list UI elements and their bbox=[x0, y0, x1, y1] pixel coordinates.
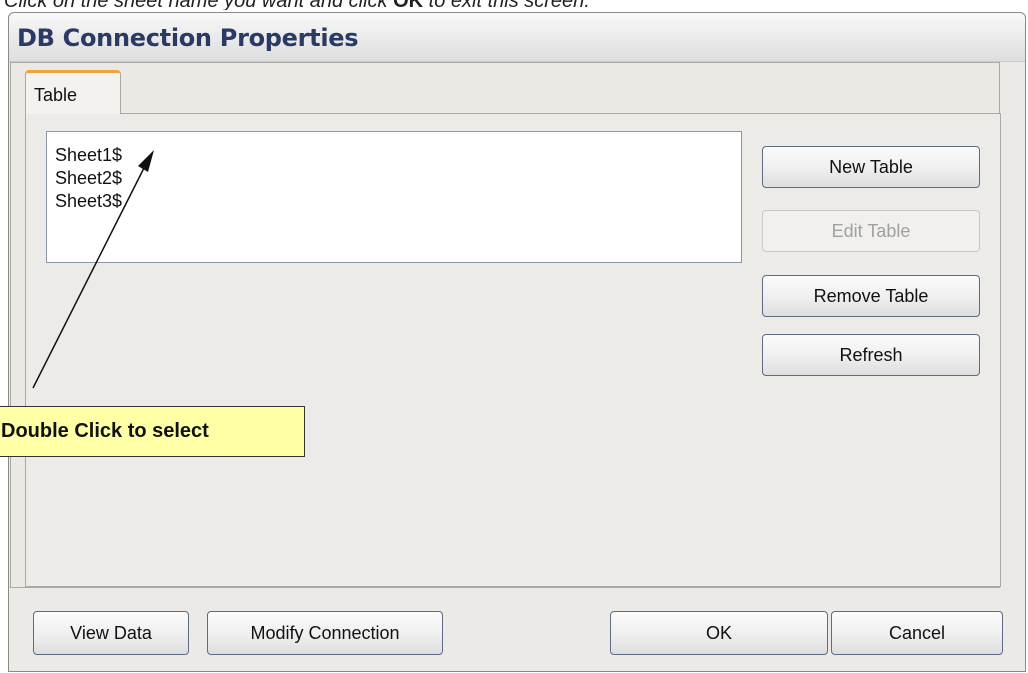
callout-arrowhead bbox=[138, 150, 154, 172]
callout-arrow-line bbox=[32, 163, 147, 389]
callout-arrow bbox=[32, 150, 154, 389]
callout-note: Double Click to select bbox=[0, 406, 305, 457]
